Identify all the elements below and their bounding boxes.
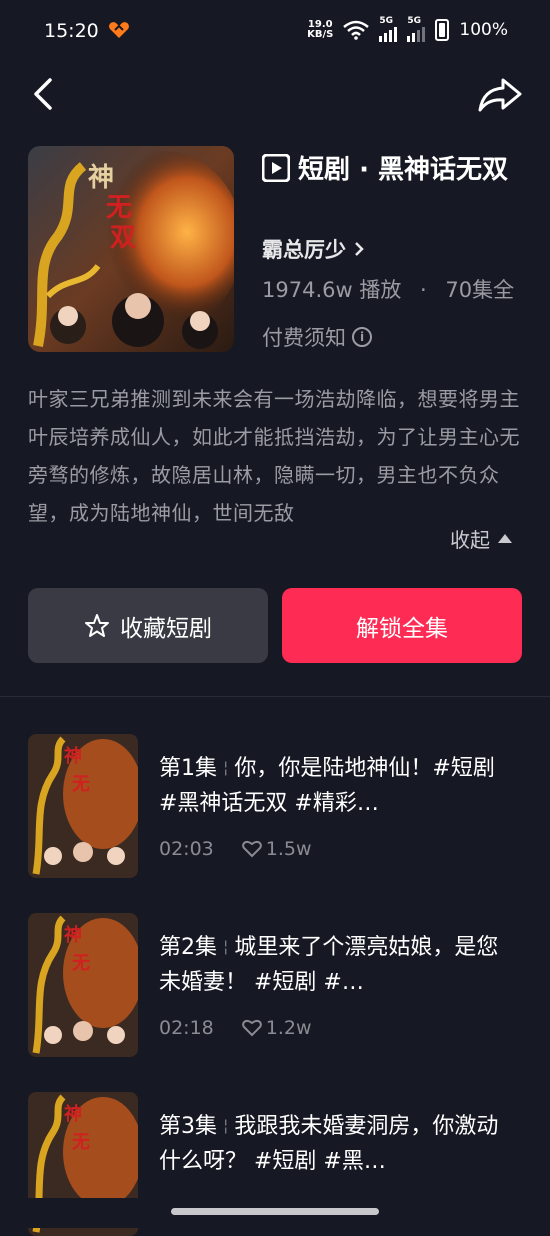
drama-description: 叶家三兄弟推测到未来会有一场浩劫降临，想要将男主叶辰培养成仙人，如此才能抵挡浩劫… (28, 387, 520, 525)
episode-thumbnail: 神 无 (28, 734, 138, 878)
triangle-up-icon (498, 534, 512, 543)
info-icon: i (352, 327, 372, 347)
svg-text:神: 神 (88, 163, 114, 192)
drama-stats: 1974.6w 播放 · 70集全 (262, 278, 515, 302)
signal-icon-2: 5G (407, 16, 426, 42)
section-divider (0, 696, 550, 697)
status-time: 15:20 (44, 20, 99, 42)
episode-likes: 1.2w (241, 1017, 312, 1039)
top-nav (0, 64, 550, 124)
episode-item-1[interactable]: 神 无 第1集 ¦ 你，你是陆地神仙！#短剧 #黑神话无双 #精彩… 02:03 1… (28, 734, 524, 878)
svg-text:无: 无 (72, 774, 90, 794)
status-indicators: 19.0 KB/S 5G 5G 100% (307, 16, 508, 42)
episode-likes: 1.5w (241, 838, 312, 860)
svg-text:无: 无 (106, 193, 132, 222)
battery-percent: 100% (459, 20, 508, 40)
svg-text:神: 神 (64, 1103, 82, 1124)
fee-notice-link[interactable]: 付费须知 i (262, 322, 372, 352)
star-icon (85, 613, 109, 637)
svg-text:神: 神 (64, 924, 82, 945)
heart-icon (241, 840, 262, 858)
signal-icon-1: 5G (379, 16, 398, 42)
svg-text:神: 神 (64, 745, 82, 766)
play-count: 1974.6w 播放 (262, 278, 402, 302)
short-drama-logo-icon (262, 154, 290, 182)
episode-thumbnail: 神 无 (28, 913, 138, 1057)
share-icon[interactable] (476, 72, 524, 116)
svg-text:无: 无 (72, 953, 90, 973)
episode-item-2[interactable]: 神 无 第2集 ¦ 城里来了个漂亮姑娘，是您未婚妻！ #短剧 #… 02:18 1.… (28, 913, 524, 1057)
author-link[interactable]: 霸总厉少 (262, 234, 365, 264)
drama-title: 短剧 · 黑神话无双 (262, 152, 524, 188)
episode-title: 第2集 ¦ 城里来了个漂亮姑娘，是您未婚妻！ #短剧 #… (159, 935, 499, 995)
episode-count: 70集全 (445, 278, 515, 302)
wifi-icon (343, 20, 370, 40)
unlock-all-button[interactable]: 解锁全集 (282, 588, 522, 663)
episode-title: 第1集 ¦ 你，你是陆地神仙！#短剧 #黑神话无双 #精彩… (159, 756, 495, 816)
drama-poster: 神 无 双 (28, 146, 234, 352)
episode-meta: 02:18 1.2w (159, 1017, 312, 1039)
network-speed: 19.0 KB/S (307, 19, 334, 40)
heart-icon (241, 1019, 262, 1037)
favorite-button[interactable]: 收藏短剧 (28, 588, 268, 663)
battery-icon (435, 19, 450, 41)
episode-title: 第3集 ¦ 我跟我未婚妻洞房，你激动什么呀？ #短剧 #黑… (159, 1114, 499, 1174)
svg-text:无: 无 (72, 1132, 90, 1152)
home-indicator[interactable] (171, 1208, 379, 1215)
back-icon[interactable] (26, 72, 66, 116)
episode-duration: 02:18 (159, 1017, 214, 1039)
svg-text:双: 双 (110, 223, 136, 252)
episode-meta: 02:03 1.5w (159, 838, 312, 860)
chevron-right-icon (355, 242, 365, 256)
episode-duration: 02:03 (159, 838, 214, 860)
app-notification-icon (109, 22, 129, 38)
collapse-button[interactable]: 收起 (450, 524, 512, 553)
status-bar: 15:20 19.0 KB/S 5G 5G 100% (0, 0, 550, 64)
